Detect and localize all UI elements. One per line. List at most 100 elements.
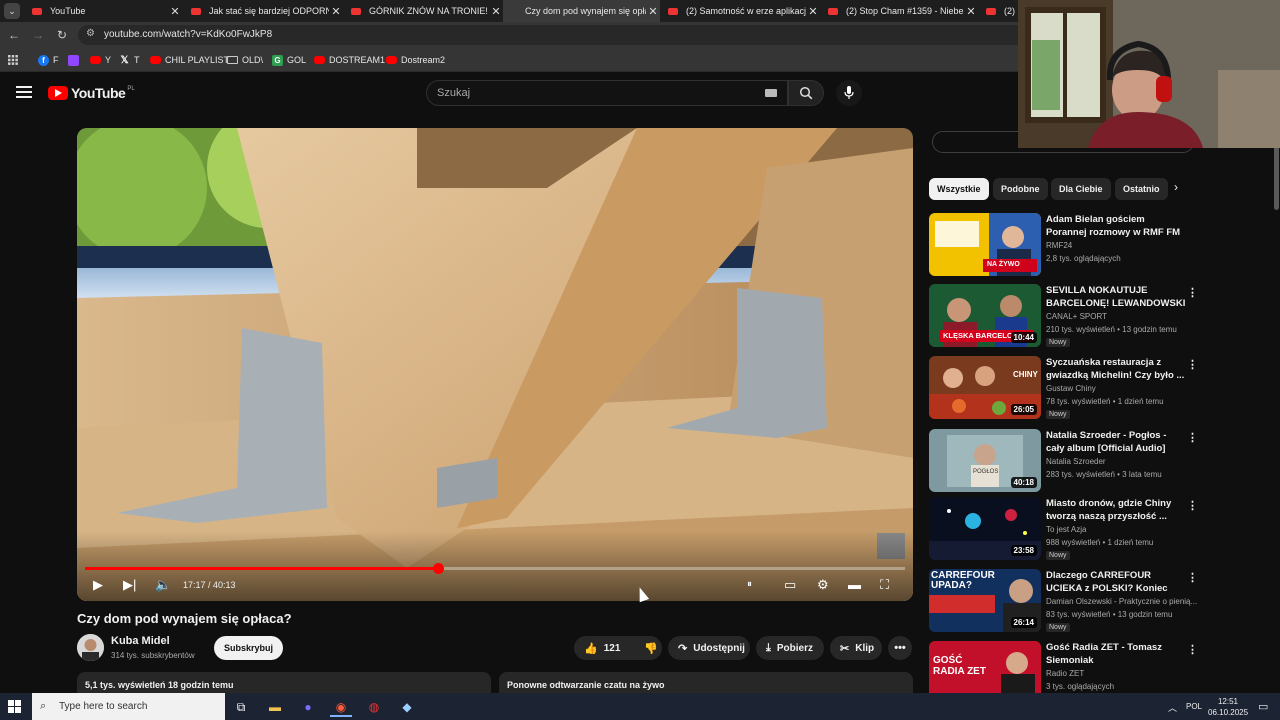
subscribe-button[interactable]: Subskrybuj	[214, 636, 283, 660]
autoplay-toggle[interactable]: ⏸	[747, 576, 752, 594]
recommendation-channel[interactable]: Damian Olszewski - Praktycznie o pienią.…	[1046, 597, 1198, 606]
video-thumbnail[interactable]: POGŁOS 40:18	[929, 429, 1041, 492]
chrome-icon[interactable]: ◉	[330, 697, 352, 717]
chip-all[interactable]: Wszystkie	[929, 178, 989, 200]
bookmark-item[interactable]: CHIL PLAYLIST	[150, 53, 229, 67]
share-button[interactable]: ↷ Udostępnij	[668, 636, 750, 660]
system-clock[interactable]: 12:51 06.10.2025	[1208, 696, 1248, 718]
close-icon[interactable]: ✕	[964, 5, 978, 18]
more-vert-icon[interactable]: ⋮	[1187, 571, 1198, 584]
more-actions-button[interactable]: •••	[888, 636, 912, 660]
search-input[interactable]	[437, 86, 737, 100]
recommendation-channel[interactable]: CANAL+ SPORT	[1046, 312, 1198, 321]
fullscreen-icon[interactable]: ⛶	[880, 576, 889, 594]
close-icon[interactable]: ✕	[489, 5, 503, 18]
tab-search-button[interactable]: ⌄	[4, 3, 20, 19]
address-bar[interactable]: ⚙ youtube.com/watch?v=KdKo0FwJkP8	[78, 25, 1038, 45]
obs-icon[interactable]: ◍	[363, 697, 385, 717]
theater-mode-icon[interactable]: ▬	[848, 576, 861, 594]
app-icon[interactable]: ◆	[396, 697, 418, 717]
voice-search-button[interactable]	[836, 80, 862, 106]
language-indicator[interactable]: POL	[1186, 702, 1202, 711]
recommendation-title[interactable]: SEVILLA NOKAUTUJE BARCELONĘ! LEWANDOWSKI…	[1046, 284, 1186, 310]
thumbs-down-icon[interactable]: 👎	[644, 642, 658, 655]
browser-tab[interactable]: (2) Stop Cham #1359 - Niebez ✕	[820, 0, 978, 22]
bookmark-item[interactable]: Y	[90, 53, 111, 67]
menu-icon[interactable]	[16, 86, 32, 100]
recommendation-channel[interactable]: To jest Azja	[1046, 525, 1198, 534]
download-button[interactable]: ⤓ Pobierz	[756, 636, 824, 660]
recommendation-title[interactable]: Natalia Szroeder - Pogłos - cały album […	[1046, 429, 1186, 455]
more-vert-icon[interactable]: ⋮	[1187, 358, 1198, 371]
bookmark-item[interactable]: G GOL	[272, 53, 306, 67]
bookmark-item[interactable]: DOSTREAM1	[314, 53, 385, 67]
recommendation-channel[interactable]: Radio ZET	[1046, 669, 1198, 678]
reload-icon[interactable]: ↻	[54, 27, 70, 43]
bookmark-item[interactable]	[68, 53, 83, 67]
recommendation-item[interactable]: CARREFOUR UPADA? 26:14 Dlaczego CARREFOU…	[929, 569, 1199, 635]
chevron-right-icon[interactable]: ›	[1174, 180, 1178, 194]
subtitles-icon[interactable]: ▭	[784, 576, 796, 594]
back-icon[interactable]: ←	[6, 27, 22, 43]
recommendation-channel[interactable]: Gustaw Chiny	[1046, 384, 1198, 393]
video-thumbnail[interactable]: CARREFOUR UPADA? 26:14	[929, 569, 1041, 632]
site-info-icon[interactable]: ⚙	[86, 28, 95, 39]
thumbs-up-icon[interactable]: 👍	[584, 642, 598, 655]
channel-avatar[interactable]	[77, 634, 104, 661]
browser-tab[interactable]: Jak stać się bardziej ODPORNY ✕	[183, 0, 343, 22]
settings-icon[interactable]: ⚙	[817, 576, 829, 594]
bookmark-item[interactable]: 𝕏T	[119, 53, 139, 67]
recommendation-item[interactable]: NA ŻYWO Adam Bielan gościem Porannej roz…	[929, 213, 1199, 279]
video-thumbnail[interactable]: 23:58	[929, 497, 1041, 560]
browser-tab-active[interactable]: Czy dom pod wynajem się opłaca ✕	[503, 0, 660, 22]
video-thumbnail[interactable]: KLĘSKA BARCELONY 10:44	[929, 284, 1041, 347]
clip-button[interactable]: ✂ Klip	[830, 636, 882, 660]
chip-for-you[interactable]: Dla Ciebie	[1051, 178, 1111, 200]
video-player[interactable]: ▶ ▶| 🔈 17:17 / 40:13 ⏸ ▭ ⚙ ▬ ⛶	[77, 128, 913, 601]
channel-name[interactable]: Kuba Midel	[111, 635, 170, 647]
more-vert-icon[interactable]: ⋮	[1187, 499, 1198, 512]
forward-icon[interactable]: →	[30, 27, 46, 43]
like-count[interactable]: 121	[604, 643, 621, 654]
progress-bar[interactable]	[85, 563, 905, 574]
recommendation-item[interactable]: CHINY 26:05 Syczuańska restauracja z gwi…	[929, 356, 1199, 422]
recommendation-channel[interactable]: Natalia Szroeder	[1046, 457, 1198, 466]
chevron-up-icon[interactable]: ︿	[1168, 701, 1177, 714]
browser-tab[interactable]: (2) Samotność w erze aplikacji ✕	[660, 0, 820, 22]
recommendation-title[interactable]: Gość Radia ZET - Tomasz Siemoniak	[1046, 641, 1186, 667]
browser-tab[interactable]: GÓRNIK ZNÓW NA TRONIE! SI ✕	[343, 0, 503, 22]
recommendation-title[interactable]: Miasto dronów, gdzie Chiny tworzą naszą …	[1046, 497, 1186, 523]
more-vert-icon[interactable]: ⋮	[1187, 286, 1198, 299]
recommendation-title[interactable]: Syczuańska restauracja z gwiazdką Michel…	[1046, 356, 1186, 382]
taskbar-search[interactable]: ⌕ Type here to search	[32, 693, 225, 720]
notification-icon[interactable]: ▭	[1258, 700, 1268, 713]
close-icon[interactable]: ✕	[168, 5, 182, 18]
apps-icon[interactable]	[8, 53, 18, 67]
chip-recent[interactable]: Ostatnio	[1115, 178, 1168, 200]
recommendation-title[interactable]: Adam Bielan gościem Porannej rozmowy w R…	[1046, 213, 1186, 239]
recommendation-item[interactable]: KLĘSKA BARCELONY 10:44 SEVILLA NOKAUTUJE…	[929, 284, 1199, 350]
bookmark-item[interactable]: OLD\	[227, 53, 263, 67]
volume-icon[interactable]: 🔈	[155, 576, 171, 594]
windows-start-icon[interactable]	[8, 700, 21, 713]
bookmark-item[interactable]: Dostream2	[386, 53, 445, 67]
play-button[interactable]: ▶	[93, 576, 103, 594]
recommendation-title[interactable]: Dlaczego CARREFOUR UCIEKA z POLSKI? Koni…	[1046, 569, 1186, 595]
next-button[interactable]: ▶|	[123, 576, 136, 594]
recommendation-channel[interactable]: RMF24	[1046, 241, 1198, 250]
chip-similar[interactable]: Podobne	[993, 178, 1048, 200]
recommendation-item[interactable]: POGŁOS 40:18 Natalia Szroeder - Pogłos -…	[929, 429, 1199, 495]
close-icon[interactable]: ✕	[329, 5, 343, 18]
youtube-logo[interactable]: YouTube PL	[48, 85, 135, 101]
bookmark-item[interactable]: fF	[38, 53, 59, 67]
task-view-icon[interactable]: ⧉	[230, 697, 252, 717]
discord-icon[interactable]: ●	[297, 697, 319, 717]
close-icon[interactable]: ✕	[806, 5, 820, 18]
more-vert-icon[interactable]: ⋮	[1187, 643, 1198, 656]
browser-tab[interactable]: YouTube ✕	[24, 0, 182, 22]
video-thumbnail[interactable]: CHINY 26:05	[929, 356, 1041, 419]
keyboard-icon[interactable]	[765, 89, 777, 97]
video-thumbnail[interactable]: NA ŻYWO	[929, 213, 1041, 276]
recommendation-item[interactable]: 23:58 Miasto dronów, gdzie Chiny tworzą …	[929, 497, 1199, 563]
more-vert-icon[interactable]: ⋮	[1187, 431, 1198, 444]
